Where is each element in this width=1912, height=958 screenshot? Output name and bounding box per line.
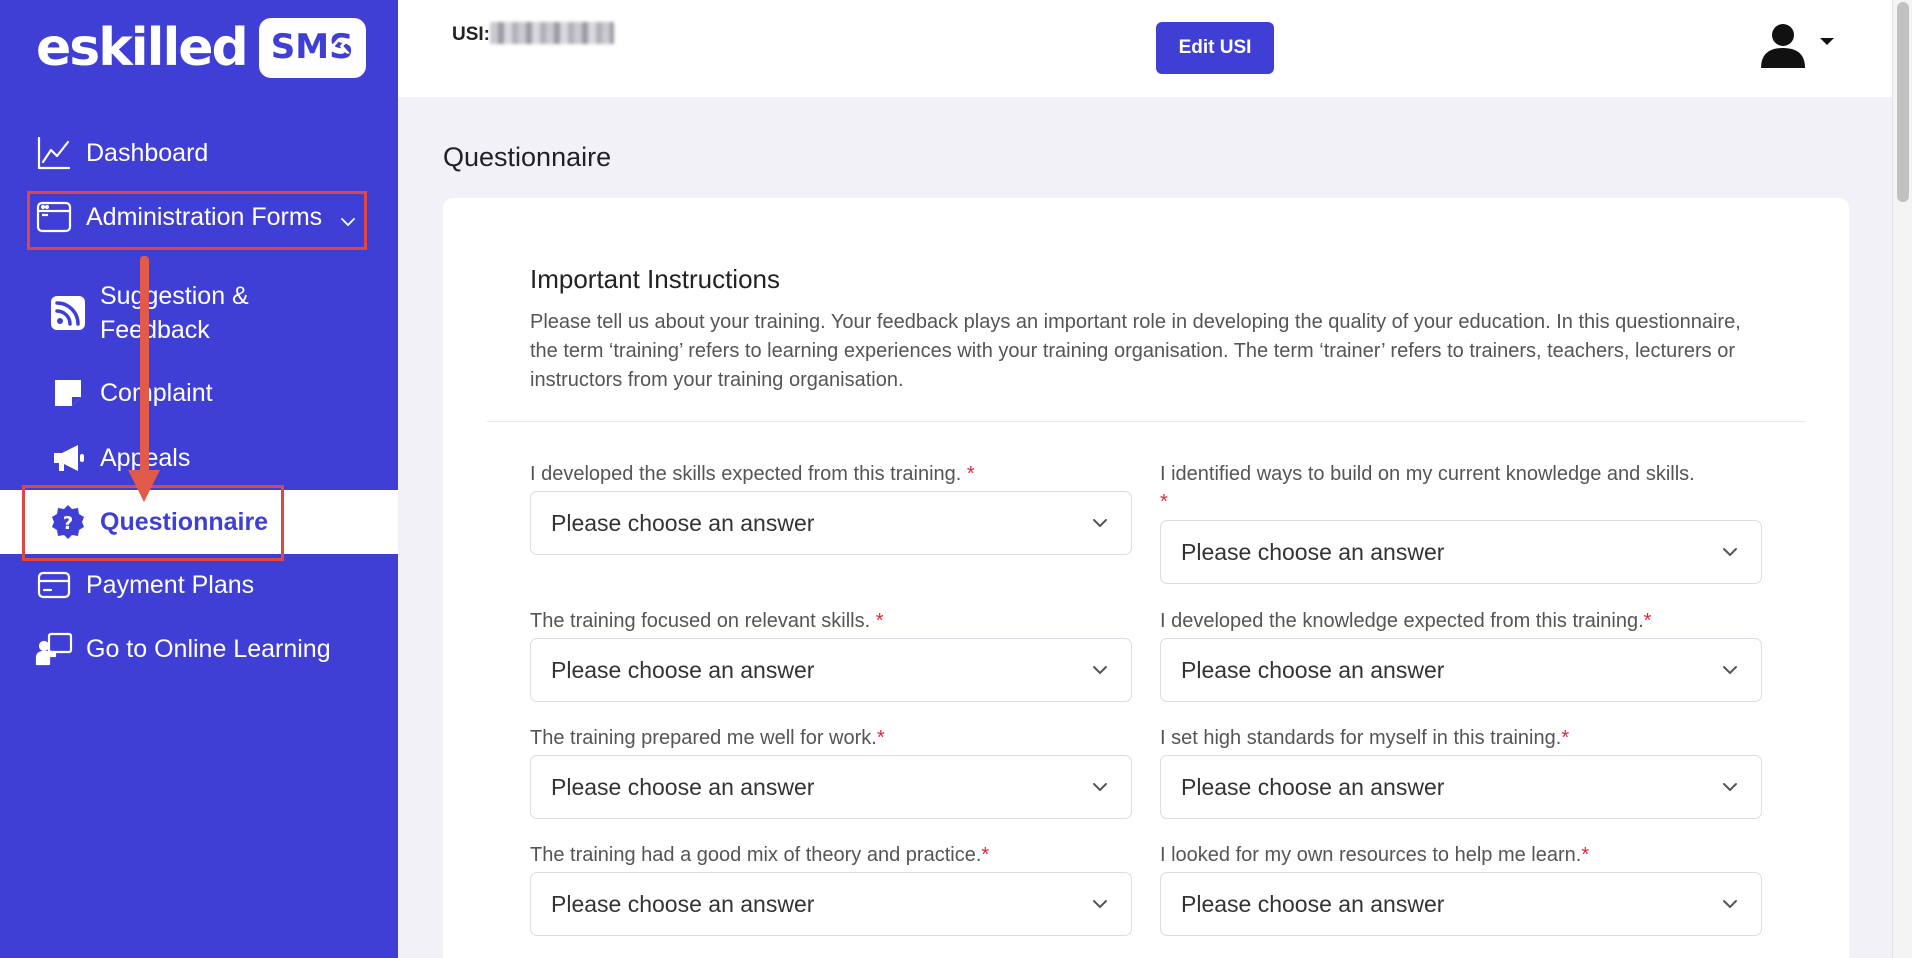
answer-select[interactable]: Please choose an answer [530,638,1132,702]
sidebar-item-label: Suggestion & Feedback [100,282,249,344]
question-label: I developed the skills expected from thi… [530,463,975,485]
select-placeholder: Please choose an answer [1181,656,1445,683]
instructions-title: Important Instructions [530,264,780,294]
sidebar: eskilled SMS « Dashboard Administration … [0,0,398,958]
sidebar-item-complaint[interactable]: Complaint [0,372,398,414]
user-avatar-icon[interactable] [1758,20,1808,70]
chart-line-icon [34,133,74,173]
answer-select[interactable]: Please choose an answer [530,491,1132,555]
top-bar: USI: Edit USI [398,0,1892,97]
annotation-arrow-head [128,470,160,502]
required-marker: * [875,610,884,632]
required-marker: * [1643,610,1652,632]
question-label: I identified ways to build on my current… [1160,463,1695,513]
chevron-down-icon [1093,900,1107,909]
required-marker: * [1581,844,1590,866]
credit-card-icon [34,565,74,605]
select-placeholder: Please choose an answer [1181,890,1445,917]
question-label: I set high standards for myself in this … [1160,727,1570,749]
answer-select[interactable]: Please choose an answer [1160,872,1762,936]
page-scrollbar[interactable] [1892,0,1912,958]
chevron-down-icon [1723,783,1737,792]
sidebar-item-label: Go to Online Learning [86,635,331,663]
edit-usi-button[interactable]: Edit USI [1156,22,1274,74]
select-placeholder: Please choose an answer [551,773,815,800]
answer-select[interactable]: Please choose an answer [1160,638,1762,702]
required-marker: * [876,727,885,749]
sidebar-item-online-learning[interactable]: Go to Online Learning [0,628,398,670]
select-placeholder: Please choose an answer [1181,538,1445,565]
rss-icon [48,293,88,333]
answer-select[interactable]: Please choose an answer [530,755,1132,819]
question-label: I looked for my own resources to help me… [1160,844,1590,866]
sidebar-item-suggestion-feedback[interactable]: Suggestion & Feedback [0,278,398,348]
select-placeholder: Please choose an answer [551,890,815,917]
usi-value-redacted [490,22,614,44]
chevron-down-icon [1093,666,1107,675]
required-marker: * [1160,491,1168,513]
presenter-icon [34,629,74,669]
question-label: The training had a good mix of theory an… [530,844,990,866]
sidebar-item-dashboard[interactable]: Dashboard [0,132,398,174]
note-icon [48,373,88,413]
collapse-sidebar-icon[interactable]: « [330,24,351,64]
section-divider [487,421,1805,422]
required-marker: * [966,463,975,485]
brand-wordmark: eskilled [36,18,249,78]
highlight-box-administration-forms [27,191,367,250]
select-placeholder: Please choose an answer [1181,773,1445,800]
annotation-arrow-shaft [140,256,149,478]
chevron-down-icon [1093,519,1107,528]
sidebar-item-appeals[interactable]: Appeals [0,437,398,479]
page-title: Questionnaire [443,142,612,172]
scrollbar-thumb[interactable] [1897,2,1909,202]
question-label: The training focused on relevant skills.… [530,610,884,632]
select-placeholder: Please choose an answer [551,509,815,536]
chevron-down-icon [1723,900,1737,909]
required-marker: * [981,844,990,866]
question-label: I developed the knowledge expected from … [1160,610,1652,632]
usi-label: USI: [452,24,490,45]
brand-logo[interactable]: eskilled SMS [36,18,366,78]
answer-select[interactable]: Please choose an answer [530,872,1132,936]
question-label: The training prepared me well for work.* [530,727,885,749]
user-menu-caret-icon[interactable] [1820,38,1834,45]
sidebar-item-label: Complaint [100,379,213,407]
answer-select[interactable]: Please choose an answer [1160,755,1762,819]
required-marker: * [1561,727,1570,749]
chevron-down-icon [1723,666,1737,675]
sidebar-item-label: Payment Plans [86,571,255,599]
select-placeholder: Please choose an answer [551,656,815,683]
sidebar-item-payment-plans[interactable]: Payment Plans [0,564,398,606]
chevron-down-icon [1093,783,1107,792]
megaphone-icon [48,438,88,478]
chevron-down-icon [1723,548,1737,557]
instructions-text: Please tell us about your training. Your… [530,311,1741,391]
sidebar-item-label: Dashboard [86,139,209,167]
answer-select[interactable]: Please choose an answer [1160,520,1762,584]
